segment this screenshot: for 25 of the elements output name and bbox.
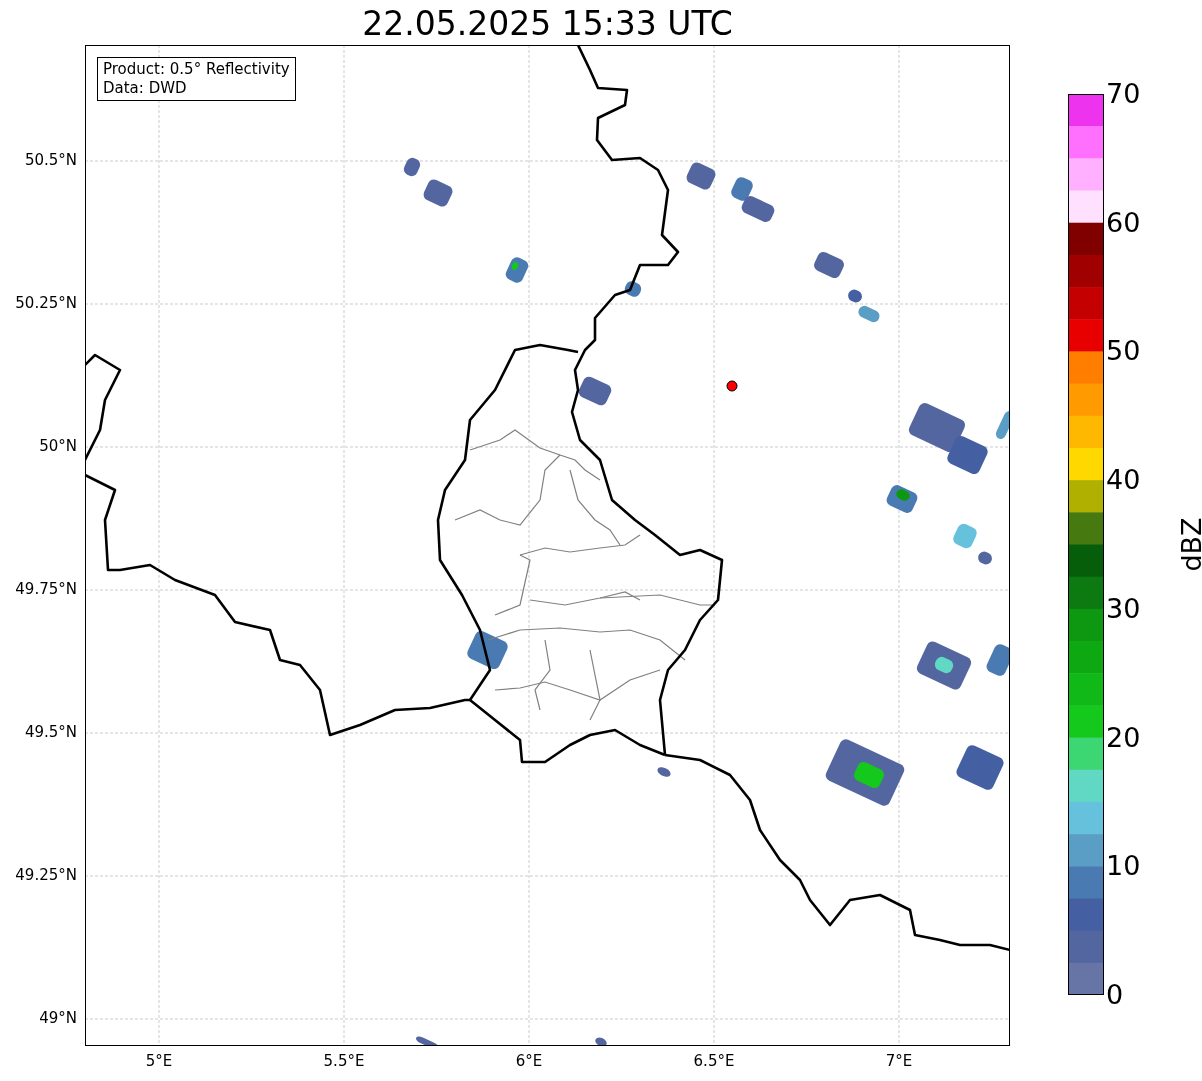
chart-title: 22.05.2025 15:33 UTC xyxy=(362,3,733,45)
colorbar-tick-label: 70 xyxy=(1106,79,1141,109)
latitude-tick-label: 49°N xyxy=(39,1009,77,1027)
latitude-tick-label: 49.25°N xyxy=(15,866,77,884)
colorbar-tick-label: 40 xyxy=(1106,465,1141,496)
longitude-tick-label: 6°E xyxy=(515,1052,543,1070)
colorbar-tick-label: 10 xyxy=(1106,851,1141,882)
latitude-tick-label: 50°N xyxy=(39,437,77,455)
colorbar-tick-label: 0 xyxy=(1106,980,1124,1010)
colorbar-tick-label: 20 xyxy=(1106,722,1141,753)
info-text: Data: DWD xyxy=(103,79,188,98)
colorbar-tick-label: 60 xyxy=(1106,207,1141,238)
latitude-tick-label: 49.5°N xyxy=(24,723,77,741)
longitude-tick-label: 5°E xyxy=(145,1052,173,1070)
longitude-tick-label: 7°E xyxy=(885,1052,913,1070)
colorbar-tick-label: 50 xyxy=(1106,336,1141,367)
latitude-tick-label: 50.25°N xyxy=(15,294,77,312)
longitude-tick-label: 5.5°E xyxy=(323,1052,365,1070)
colorbar-tick-label: 30 xyxy=(1106,593,1141,624)
latitude-tick-label: 49.75°N xyxy=(15,580,77,598)
latitude-tick-label: 50.5°N xyxy=(24,151,77,169)
info-text: Product: 0.5° Reflectivity xyxy=(103,60,290,79)
colorbar-unit-label: dBZ xyxy=(1175,517,1202,572)
longitude-tick-label: 6.5°E xyxy=(693,1052,735,1070)
radar-site-marker xyxy=(726,380,738,392)
